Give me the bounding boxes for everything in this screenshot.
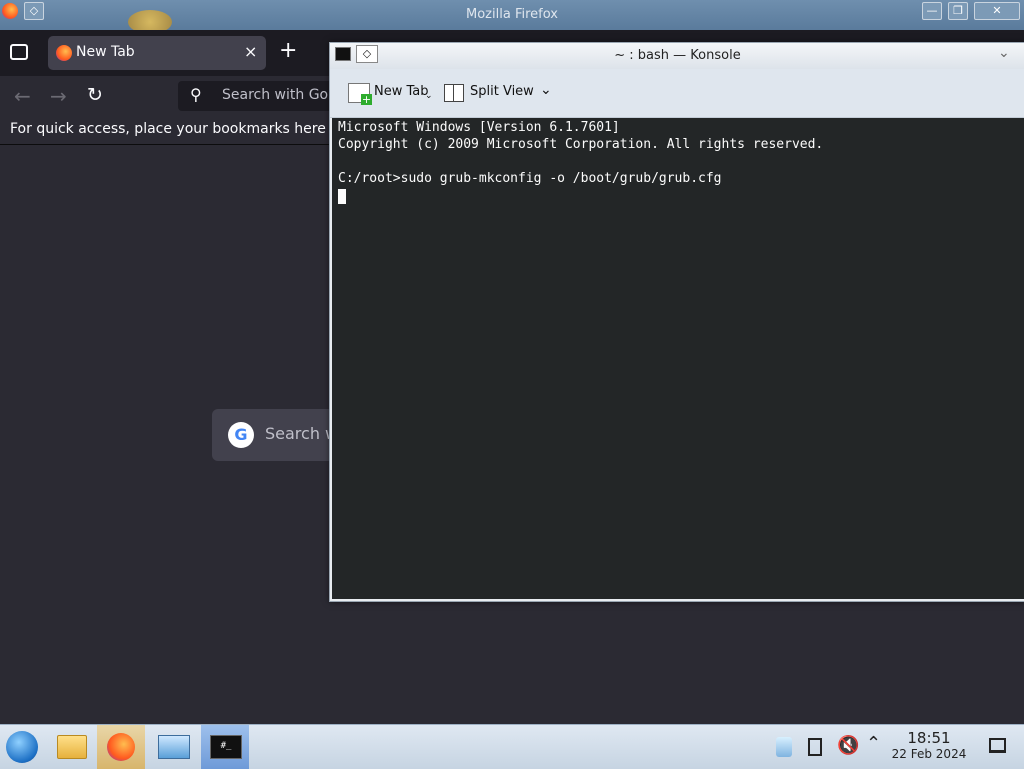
konsole-window: ◇ ~ : bash — Konsole ⌄ + New Tab ⌄ Split…	[329, 42, 1024, 602]
chevron-down-icon[interactable]: ⌄	[998, 45, 1010, 61]
url-bar[interactable]: ⚲ Search with Go	[178, 81, 338, 111]
terminal-line: Copyright (c) 2009 Microsoft Corporation…	[338, 137, 824, 152]
konsole-titlebar: ◇ ~ : bash — Konsole ⌄	[330, 43, 1024, 69]
firefox-window-title: Mozilla Firefox	[466, 7, 558, 22]
tab-title: New Tab	[76, 44, 135, 60]
chevron-down-icon: ⌄	[425, 91, 433, 101]
new-tab-icon: +	[348, 83, 372, 105]
terminal-area[interactable]: Microsoft Windows [Version 6.1.7601] Cop…	[332, 118, 1024, 599]
chevron-down-icon: ⌄	[540, 82, 552, 98]
content-search-placeholder[interactable]: Search w	[265, 424, 338, 443]
tab-new-tab[interactable]: New Tab ×	[48, 36, 266, 70]
chevron-up-icon[interactable]: ⌃	[866, 733, 881, 754]
forward-icon[interactable]: →	[50, 84, 67, 108]
close-icon[interactable]: ✕	[974, 2, 1020, 20]
clock[interactable]: 18:51 22 Feb 2024	[888, 729, 970, 761]
konsole-title: ~ : bash — Konsole	[614, 48, 741, 63]
taskbar-control-panel[interactable]	[149, 725, 197, 769]
firefox-icon	[107, 733, 135, 761]
konsole-toolbar: + New Tab ⌄ Split View ⌄	[330, 69, 1024, 118]
clipboard-icon[interactable]	[776, 737, 792, 757]
tab-close-icon[interactable]: ×	[244, 42, 257, 61]
split-view-icon	[444, 84, 464, 102]
show-desktop-icon[interactable]	[989, 738, 1006, 753]
new-tab-label: New Tab	[374, 84, 429, 99]
control-panel-icon	[158, 735, 190, 759]
clock-date: 22 Feb 2024	[891, 747, 967, 761]
start-orb-icon	[6, 731, 38, 763]
maximize-icon[interactable]: ❐	[948, 2, 968, 20]
tab-overview-icon[interactable]	[10, 44, 28, 60]
taskbar-konsole[interactable]: #_	[201, 725, 249, 769]
taskbar-file-manager[interactable]	[48, 725, 96, 769]
bookmarks-hint: For quick access, place your bookmarks h…	[10, 121, 348, 137]
folder-icon	[57, 735, 87, 759]
firefox-tab-icon	[56, 45, 72, 61]
google-icon: G	[228, 422, 254, 448]
url-input-placeholder[interactable]: Search with Go	[222, 87, 328, 103]
new-tab-button[interactable]: +	[279, 38, 297, 63]
reload-icon[interactable]: ↻	[87, 84, 103, 106]
terminal-line: C:/root>sudo grub-mkconfig -o /boot/grub…	[338, 171, 722, 186]
taskbar-firefox[interactable]	[97, 725, 145, 769]
terminal-cursor	[338, 189, 346, 204]
split-view-label: Split View	[470, 84, 534, 99]
terminal-icon: #_	[210, 735, 242, 759]
firefox-titlebar: ◇ Mozilla Firefox — ❐ ✕	[0, 0, 1024, 34]
taskbar: #_ 🔇 ⌃ 18:51 22 Feb 2024	[0, 724, 1024, 769]
notes-icon[interactable]	[808, 738, 822, 756]
start-button[interactable]	[0, 725, 48, 769]
speaker-muted-icon[interactable]: 🔇	[837, 735, 859, 756]
minimize-icon[interactable]: —	[922, 2, 942, 20]
back-icon[interactable]: ←	[14, 84, 31, 108]
split-view-button[interactable]: Split View ⌄	[444, 82, 554, 105]
terminal-line: Microsoft Windows [Version 6.1.7601]	[338, 120, 620, 135]
clock-time: 18:51	[907, 729, 951, 747]
search-icon: ⚲	[190, 85, 202, 104]
